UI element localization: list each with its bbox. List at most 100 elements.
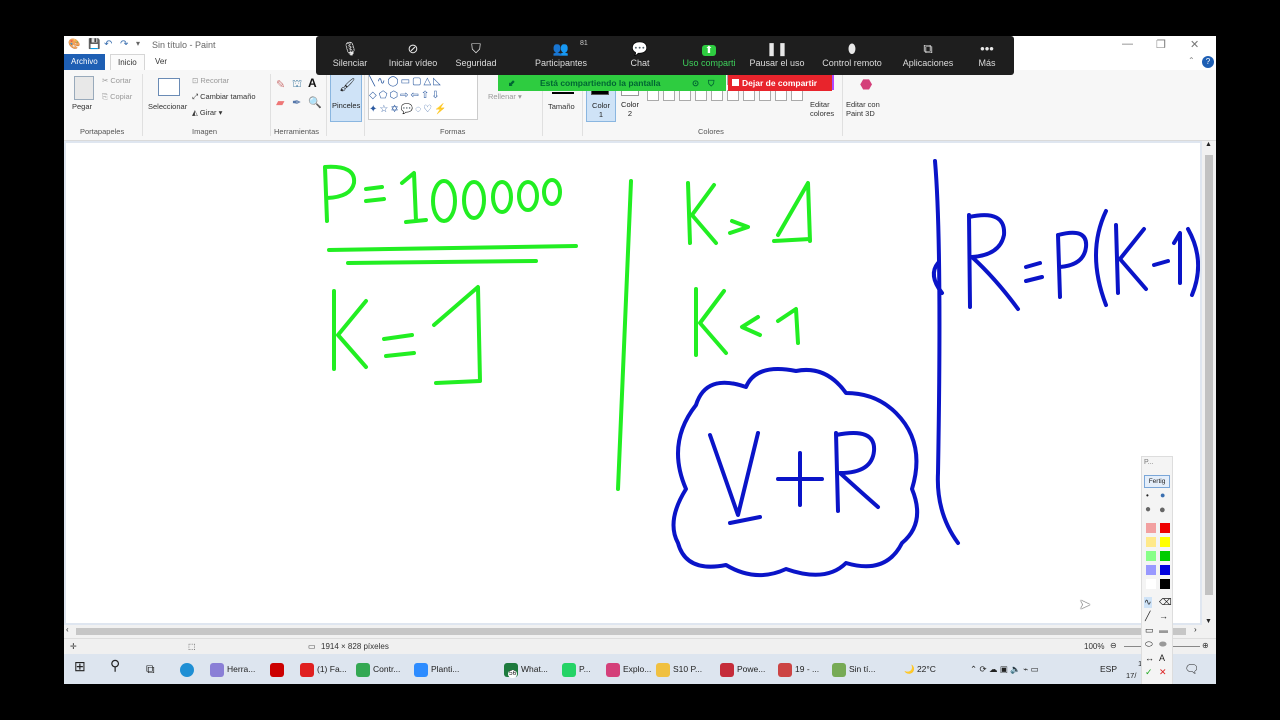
- zoom-in-icon[interactable]: ⊕: [1202, 641, 1209, 650]
- palette-custom-swatch[interactable]: [647, 90, 659, 101]
- zoom-silenciarbutton[interactable]: 🎙 Silenciar: [326, 36, 374, 75]
- eraser-tool-icon[interactable]: ⌫: [1159, 597, 1172, 608]
- palette-custom-swatch[interactable]: [727, 90, 739, 101]
- horizontal-scroll-thumb[interactable]: [76, 628, 1186, 635]
- taskbar-app[interactable]: Powe...: [720, 661, 765, 677]
- maximize-button[interactable]: ❐: [1156, 38, 1166, 51]
- paste-button[interactable]: Pegar: [72, 102, 92, 111]
- paint3d-button[interactable]: Editar con Paint 3D: [846, 100, 886, 118]
- acrobat-icon[interactable]: [270, 661, 287, 677]
- edge-icon[interactable]: [180, 661, 197, 677]
- zoom-chatbutton[interactable]: 💬 Chat: [618, 36, 662, 75]
- color-picker-icon[interactable]: ✒: [292, 96, 301, 109]
- horizontal-scrollbar[interactable]: ‹ ›: [64, 625, 1216, 638]
- eraser-icon[interactable]: ▰: [276, 96, 284, 109]
- pen-size-xlarge-icon[interactable]: ●: [1159, 504, 1166, 516]
- line-tool-icon[interactable]: ╱: [1145, 611, 1150, 622]
- share-shield-icon[interactable]: ⛉: [708, 75, 714, 91]
- zoom-control-remotobutton[interactable]: ⬮ Control remoto: [816, 36, 888, 75]
- taskbar-app[interactable]: Explo...: [606, 661, 651, 677]
- zoom-aplicacionesbutton[interactable]: ⧉ Aplicaciones: [898, 36, 958, 75]
- move-tool-icon[interactable]: ↔: [1145, 653, 1154, 663]
- resize-button[interactable]: ⤢ Cambiar tamaño: [192, 92, 256, 102]
- help-icon[interactable]: ?: [1202, 56, 1214, 68]
- minimize-button[interactable]: —: [1122, 38, 1133, 50]
- save-icon[interactable]: 💾: [88, 39, 100, 50]
- ribbon-collapse-icon[interactable]: ⌃: [1188, 56, 1195, 65]
- pen-color-light-blue[interactable]: [1146, 565, 1156, 575]
- brushes-button[interactable]: 🖌 Pinceles: [330, 74, 362, 122]
- text-annotation-icon[interactable]: A: [1159, 653, 1165, 663]
- pen-color-red[interactable]: [1160, 523, 1170, 533]
- palette-custom-swatch[interactable]: [791, 90, 803, 101]
- fill-bucket-icon[interactable]: ⛫: [292, 78, 302, 92]
- tab-archivo[interactable]: Archivo: [64, 54, 105, 70]
- arrow-tool-icon[interactable]: →: [1159, 611, 1168, 621]
- taskbar-app[interactable]: Herra...: [210, 661, 255, 677]
- zoom-out-icon[interactable]: ⊖: [1110, 641, 1117, 650]
- shapes-gallery[interactable]: ╲∿◯▭▢△◺ ◇⬠⬡⇨⇦⇧⇩ ✦☆✡💬◌♡⚡: [368, 74, 478, 120]
- filled-rect-tool-icon[interactable]: ▬: [1159, 625, 1168, 635]
- taskbar-app[interactable]: S10 P...: [656, 661, 702, 677]
- zoom-seguridadbutton[interactable]: ⛉ Seguridad: [448, 36, 504, 75]
- taskbar-app[interactable]: Sin tí...: [832, 661, 875, 677]
- scroll-down-icon[interactable]: ▼: [1205, 618, 1212, 625]
- tab-ver[interactable]: Ver: [148, 54, 174, 70]
- zoom-iniciar-vídeobutton[interactable]: ⊘ Iniciar vídeo: [382, 36, 444, 75]
- palette-custom-swatch[interactable]: [663, 90, 675, 101]
- zoom-másbutton[interactable]: ••• Más: [970, 36, 1004, 75]
- select-icon[interactable]: [158, 78, 180, 96]
- weather-widget[interactable]: 🌙 22°C: [904, 661, 936, 677]
- scroll-right-icon[interactable]: ›: [1194, 625, 1197, 634]
- task-view-icon[interactable]: ⧉: [146, 661, 155, 677]
- share-pause-icon[interactable]: ⊙: [692, 75, 699, 91]
- vertical-scroll-thumb[interactable]: [1205, 155, 1213, 595]
- size-button[interactable]: Tamaño: [548, 102, 575, 111]
- pen-size-medium-icon[interactable]: ●: [1160, 490, 1165, 500]
- clock-date[interactable]: 17/: [1126, 668, 1136, 684]
- pen-color-black[interactable]: [1160, 579, 1170, 589]
- palette-custom-swatch[interactable]: [695, 90, 707, 101]
- pen-tool-icon[interactable]: ∿: [1144, 597, 1152, 608]
- scroll-up-icon[interactable]: ▲: [1205, 141, 1212, 148]
- pencil-icon[interactable]: ✎: [276, 78, 285, 91]
- taskbar-app[interactable]: Planti...: [414, 661, 459, 677]
- pen-color-light-red[interactable]: [1146, 523, 1156, 533]
- redo-icon[interactable]: ↷: [120, 39, 128, 50]
- taskbar-app[interactable]: (1) Fa...: [300, 661, 347, 677]
- taskbar-app[interactable]: What... 56: [504, 661, 548, 678]
- pen-color-yellow[interactable]: [1160, 537, 1170, 547]
- select-button[interactable]: Seleccionar: [148, 102, 187, 111]
- close-button[interactable]: ✕: [1190, 38, 1199, 51]
- palette-custom-swatch[interactable]: [711, 90, 723, 101]
- system-tray-icons[interactable]: ⌃ ⟳ ☁ ▣ 🔈 ⌁ ▭: [970, 661, 1039, 677]
- text-tool-icon[interactable]: A: [308, 76, 317, 90]
- scroll-left-icon[interactable]: ‹: [66, 625, 69, 634]
- pen-color-green[interactable]: [1160, 551, 1170, 561]
- zoom-uso-compartibutton[interactable]: ⬆ Uso comparti: [678, 36, 740, 75]
- pen-done-button[interactable]: Fertig: [1144, 475, 1170, 488]
- windows-start-icon[interactable]: ⊞: [74, 658, 86, 674]
- pen-color-light-green[interactable]: [1146, 551, 1156, 561]
- rectangle-tool-icon[interactable]: ▭: [1145, 625, 1154, 636]
- taskbar-app[interactable]: Contr...: [356, 661, 400, 677]
- pen-color-light-yellow[interactable]: [1146, 537, 1156, 547]
- drawing-canvas[interactable]: [66, 143, 1201, 623]
- check-icon[interactable]: ✓: [1145, 667, 1153, 678]
- copy-button[interactable]: ⎘ Copiar: [102, 92, 132, 102]
- search-icon[interactable]: ⚲: [110, 657, 120, 673]
- filled-ellipse-tool-icon[interactable]: ⬬: [1159, 639, 1167, 650]
- zoom-pausar-el-usobutton[interactable]: ❚❚ Pausar el uso: [746, 36, 808, 75]
- customize-qat-icon[interactable]: ▾: [136, 39, 140, 48]
- palette-custom-swatch[interactable]: [743, 90, 755, 101]
- edit-colors-button[interactable]: Editar colores: [810, 100, 842, 118]
- taskbar-app[interactable]: P...: [562, 661, 591, 677]
- palette-custom-swatch[interactable]: [775, 90, 787, 101]
- stop-share-button[interactable]: Dejar de compartir: [728, 75, 832, 91]
- ellipse-tool-icon[interactable]: ⬭: [1145, 639, 1153, 650]
- clear-icon[interactable]: ✕: [1159, 667, 1167, 678]
- zoom-participantesbutton[interactable]: 👥 Participantes 81: [524, 36, 598, 75]
- rotate-button[interactable]: ◭ Girar ▾: [192, 108, 222, 117]
- pen-size-small-icon[interactable]: •: [1146, 491, 1149, 500]
- pen-color-white[interactable]: [1146, 579, 1156, 589]
